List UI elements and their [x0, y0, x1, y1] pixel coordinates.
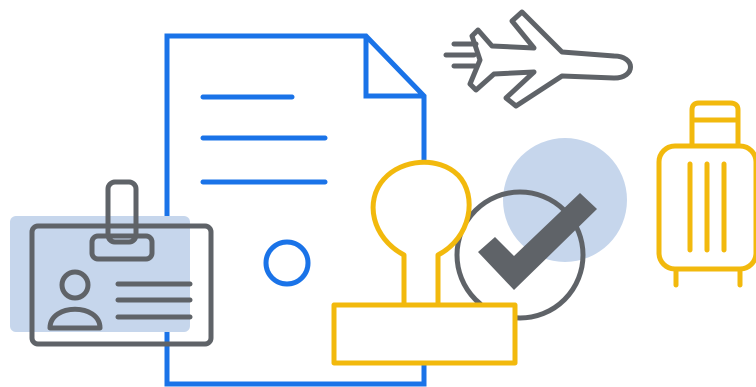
- stamp-base: [331, 302, 518, 366]
- check-mark-icon: [454, 138, 627, 321]
- check-highlight-circle: [503, 138, 627, 262]
- airplane-body: [467, 9, 633, 109]
- airplane-icon: [443, 9, 633, 109]
- travel-documents-illustration: [0, 0, 756, 387]
- illustration-canvas: [10, 9, 756, 387]
- suitcase-icon: [656, 100, 756, 288]
- suitcase-handle: [689, 100, 741, 149]
